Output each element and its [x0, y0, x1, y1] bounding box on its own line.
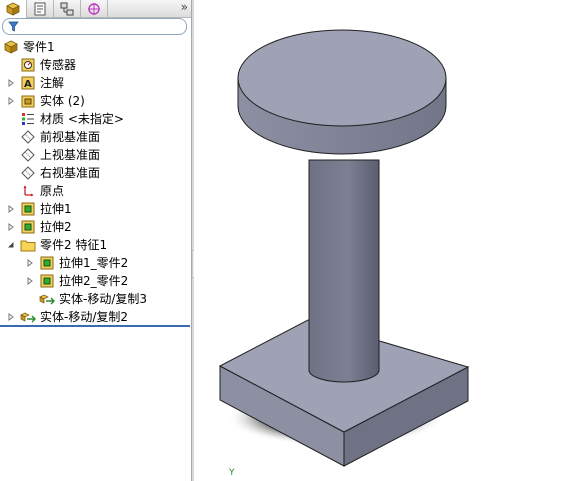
tree-item-move-copy2[interactable]: 实体-移动/复制2: [20, 308, 128, 326]
tab-dimxpert-manager[interactable]: [81, 0, 108, 17]
plane-icon: [20, 147, 36, 163]
graphics-viewport[interactable]: [194, 0, 563, 481]
plane-icon: [20, 165, 36, 181]
tree-item-extrude1[interactable]: 拉伸1: [20, 200, 72, 218]
tree-item-front-plane[interactable]: 前视基准面: [20, 128, 100, 146]
property-manager-icon: [34, 2, 46, 15]
tree-root-label: 零件1: [23, 40, 55, 54]
extrude-icon: [39, 273, 55, 289]
extrude-icon: [20, 219, 36, 235]
model-3d-view[interactable]: [194, 0, 563, 481]
tree-item-extrude2-part2[interactable]: 拉伸2_零件2: [39, 272, 128, 290]
tab-property-manager[interactable]: [27, 0, 54, 17]
annotation-icon: A: [20, 75, 36, 91]
expand-arrow-icon[interactable]: [7, 97, 15, 105]
expand-arrow-icon[interactable]: [7, 223, 15, 231]
tree-item-right-plane[interactable]: 右视基准面: [20, 164, 100, 182]
expand-arrow-icon[interactable]: [26, 259, 34, 267]
tree-item-annotations[interactable]: A 注解: [20, 74, 64, 92]
expand-arrow-icon[interactable]: [7, 79, 15, 87]
solid-bodies-folder-icon: [20, 93, 36, 109]
tree-item-sensors[interactable]: 传感器: [20, 56, 76, 74]
rollback-bar[interactable]: [0, 325, 190, 327]
tree-item-top-plane[interactable]: 上视基准面: [20, 146, 100, 164]
expand-arrow-icon[interactable]: [7, 313, 15, 321]
panel-tab-bar: »: [0, 0, 191, 18]
origin-icon: [20, 183, 36, 199]
plane-icon: [20, 129, 36, 145]
material-icon: [20, 111, 36, 127]
tree-item-solid-bodies[interactable]: 实体 (2): [20, 92, 85, 110]
dimxpert-icon: [88, 2, 100, 15]
tree-root-part[interactable]: 零件1: [3, 38, 55, 56]
tree-item-material[interactable]: 材质 <未指定>: [20, 110, 124, 128]
tree-item-origin[interactable]: 原点: [20, 182, 64, 200]
tree-item-extrude2[interactable]: 拉伸2: [20, 218, 72, 236]
feature-manager-icon: [6, 2, 20, 16]
tree-item-part2-feature1[interactable]: 零件2 特征1: [20, 236, 107, 254]
expand-arrow-icon[interactable]: [26, 277, 34, 285]
column-body: [308, 159, 380, 383]
move-copy-body-icon: [20, 309, 36, 325]
move-copy-body-icon: [39, 291, 55, 307]
tab-feature-manager[interactable]: [0, 0, 27, 18]
tab-configuration-manager[interactable]: [54, 0, 81, 17]
filter-icon: [8, 21, 19, 32]
extrude-icon: [20, 201, 36, 217]
tree-item-extrude1-part2[interactable]: 拉伸1_零件2: [39, 254, 128, 272]
part-icon: [3, 39, 19, 55]
folder-icon: [20, 237, 36, 253]
collapse-arrow-icon[interactable]: [7, 241, 15, 249]
expand-arrow-icon[interactable]: [7, 205, 15, 213]
sensor-icon: [20, 57, 36, 73]
tree-filter-box[interactable]: [2, 18, 187, 35]
configuration-manager-icon: [60, 2, 74, 15]
top-disc-face: [237, 29, 447, 127]
triad-y-label: Y: [229, 468, 235, 478]
extrude-icon: [39, 255, 55, 271]
feature-manager-panel: » 零件1 传感器 A 注解 实体 (2) 材质 <未指定> 前视基准面 上视基…: [0, 0, 191, 481]
chevron-right-icon[interactable]: »: [181, 0, 188, 15]
tree-item-move-copy3[interactable]: 实体-移动/复制3: [39, 290, 147, 308]
svg-text:A: A: [24, 79, 32, 90]
